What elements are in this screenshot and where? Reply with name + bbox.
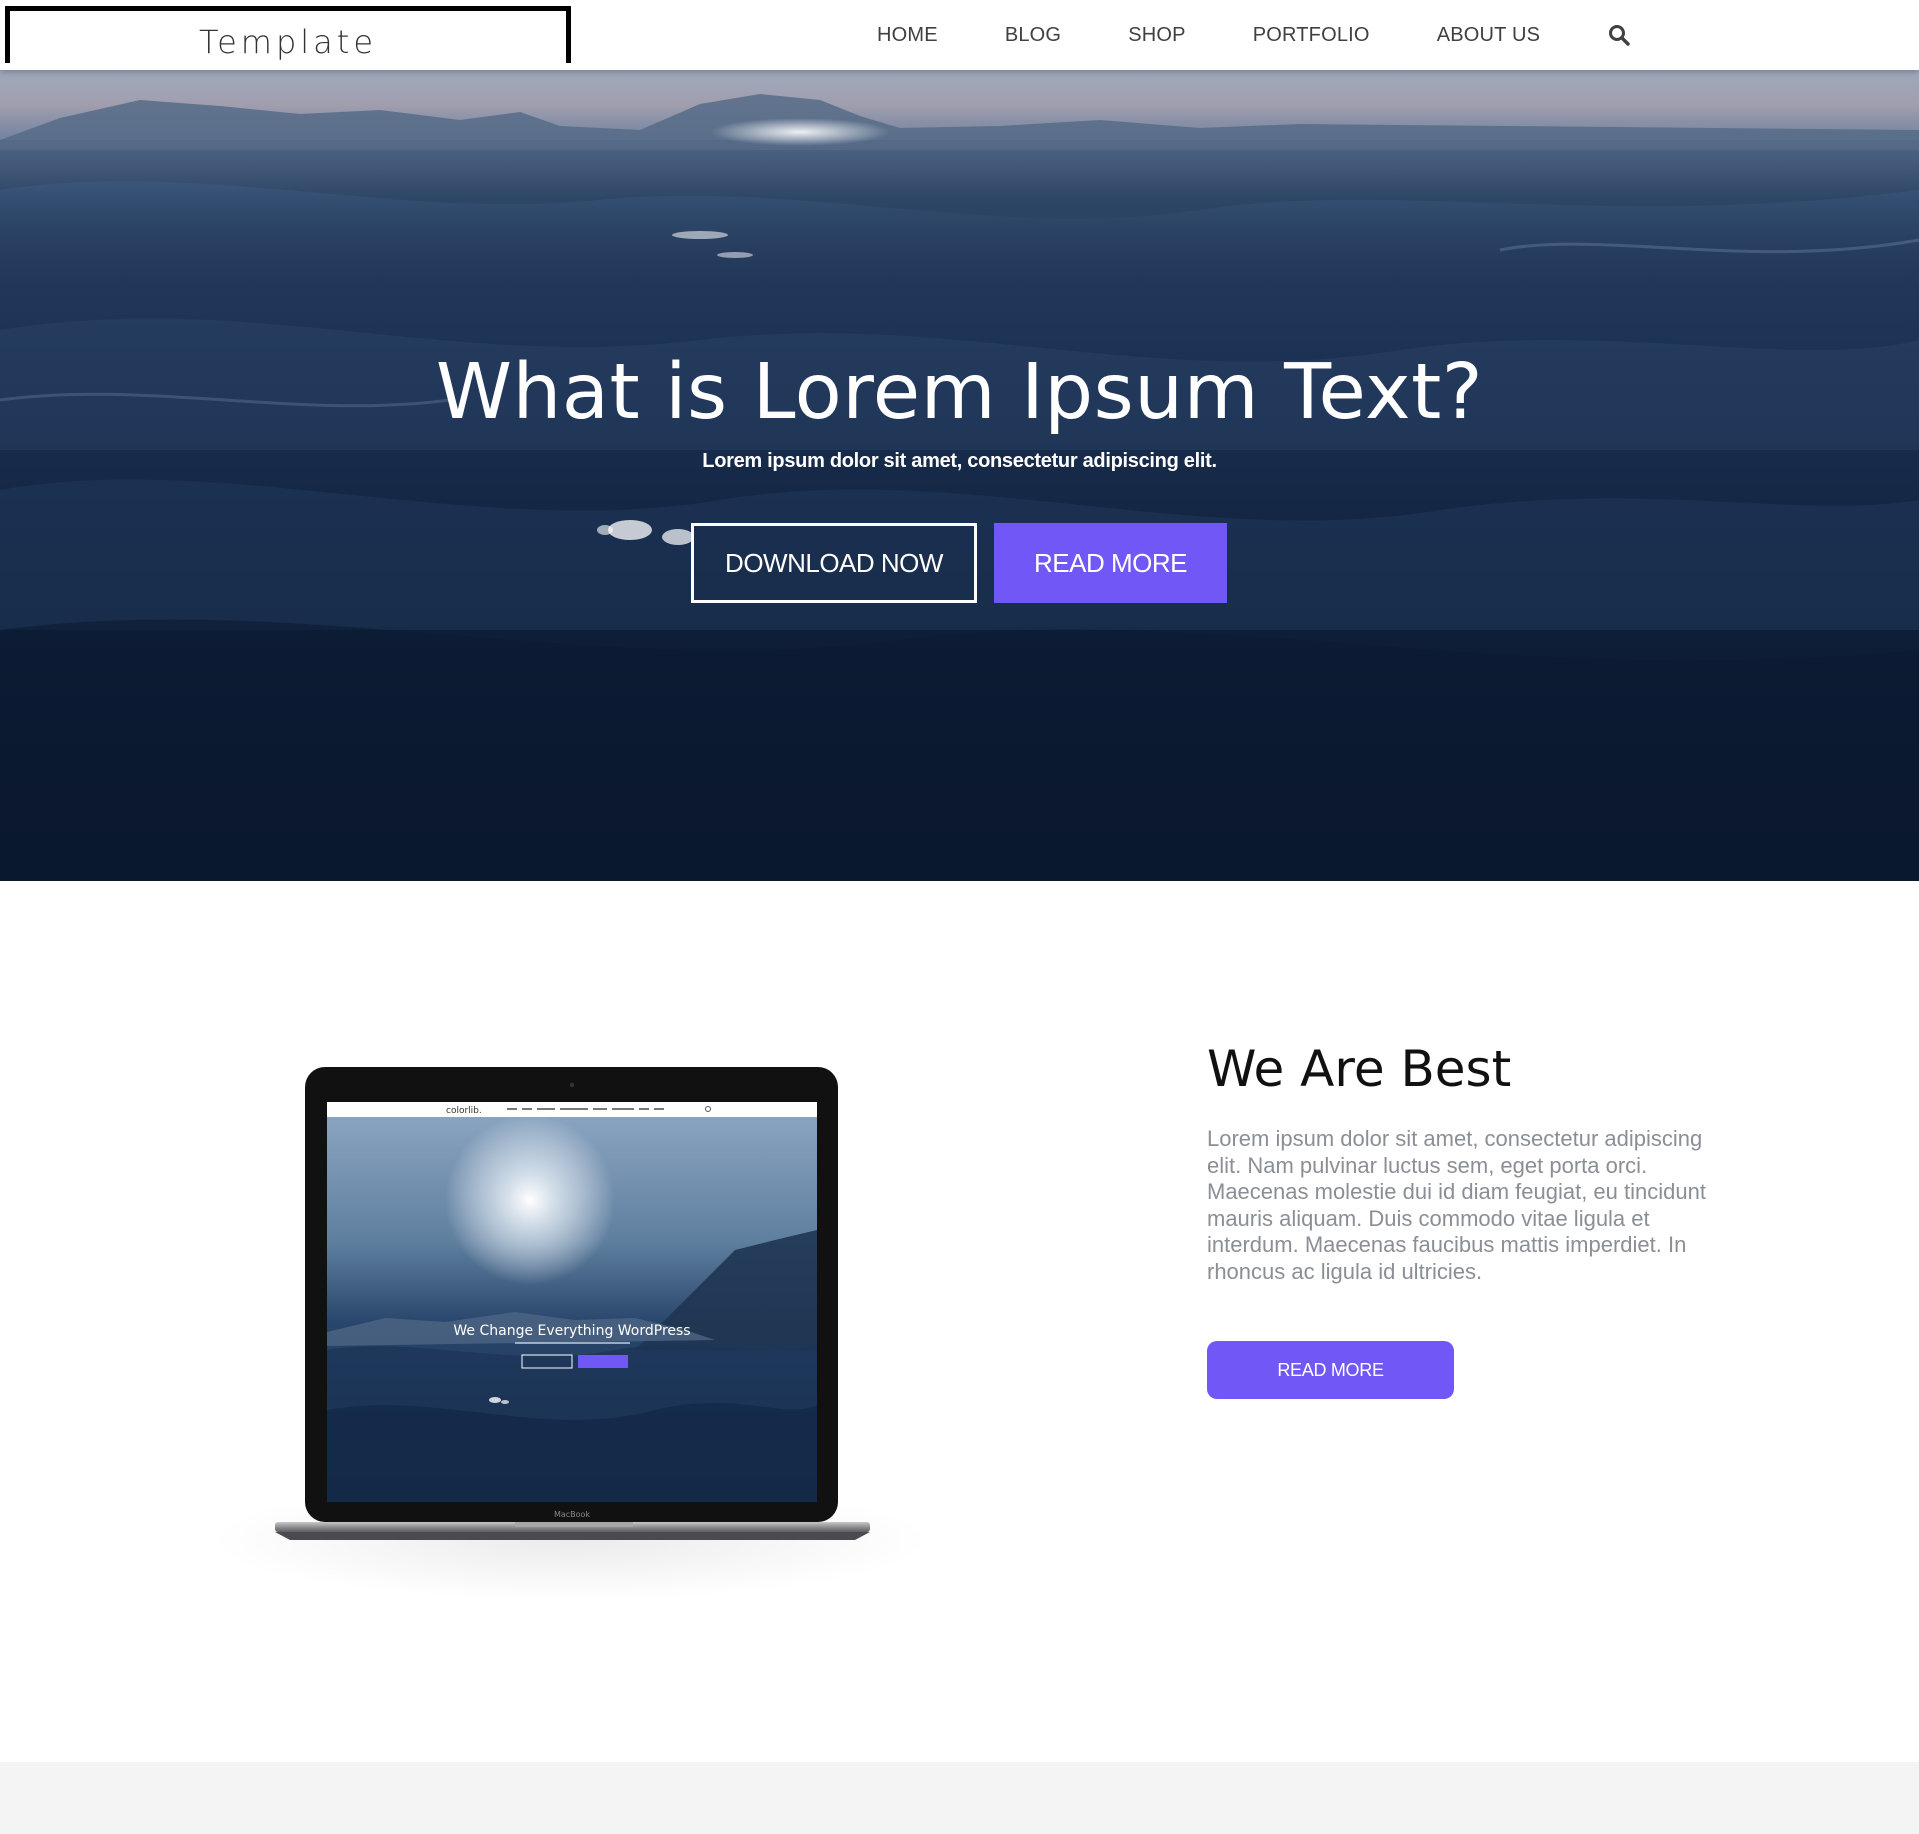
nav-home[interactable]: HOME xyxy=(877,24,938,47)
laptop-screen-title: We Change Everything WordPress xyxy=(453,1323,690,1339)
hero-title: What is Lorem Ipsum Text? xyxy=(435,348,1484,437)
nav-about-us[interactable]: ABOUT US xyxy=(1437,24,1540,47)
ocean-background-image xyxy=(0,70,1919,881)
about-read-more-button[interactable]: READ MORE xyxy=(1207,1341,1454,1399)
laptop-device-label: MacBook xyxy=(554,1510,590,1519)
logo[interactable]: Template xyxy=(5,6,571,63)
nav-portfolio[interactable]: PORTFOLIO xyxy=(1253,24,1370,47)
laptop-mockup-image: colorlib. We Change Everything WordPress… xyxy=(215,1067,930,1600)
hero-read-more-button[interactable]: READ MORE xyxy=(994,523,1227,603)
search-icon[interactable] xyxy=(1608,24,1630,46)
hero-subtitle: Lorem ipsum dolor sit amet, consectetur … xyxy=(702,450,1217,472)
nav-shop[interactable]: SHOP xyxy=(1128,24,1185,47)
laptop-brand: colorlib. xyxy=(446,1106,482,1116)
hero-section: What is Lorem Ipsum Text? Lorem ipsum do… xyxy=(0,70,1919,881)
site-header: Template HOME BLOG SHOP PORTFOLIO ABOUT … xyxy=(0,0,1919,70)
download-now-button[interactable]: DOWNLOAD NOW xyxy=(691,523,977,603)
about-paragraph: Lorem ipsum dolor sit amet, consectetur … xyxy=(1207,1126,1706,1284)
footer-band xyxy=(0,1762,1919,1834)
about-title: We Are Best xyxy=(1207,1040,1512,1098)
logo-text: Template xyxy=(198,23,377,61)
nav-blog[interactable]: BLOG xyxy=(1005,24,1061,47)
main-nav: HOME BLOG SHOP PORTFOLIO ABOUT US xyxy=(830,0,1630,70)
